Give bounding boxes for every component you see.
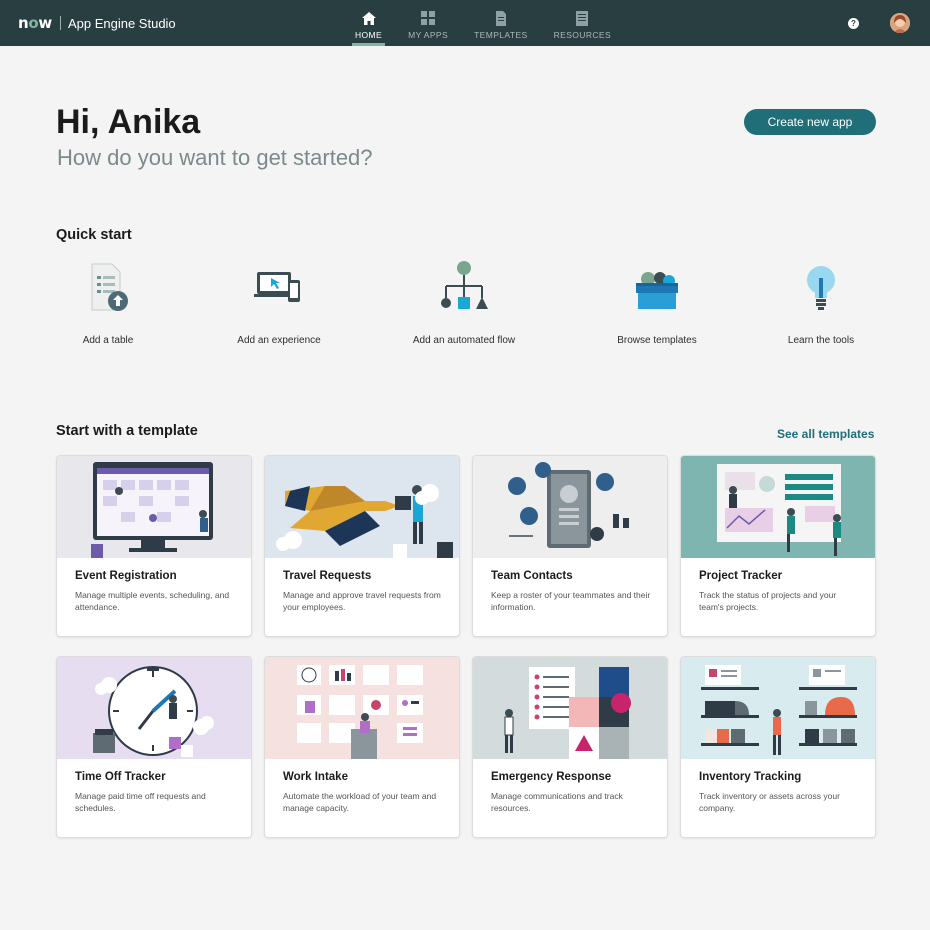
quick-start-label: Add an experience	[237, 335, 321, 346]
app-name: App Engine Studio	[67, 15, 176, 31]
templates-section-title: Start with a template	[56, 423, 198, 439]
nav-resources[interactable]: RESOURCES	[541, 0, 624, 46]
see-all-templates-link[interactable]: See all templates	[777, 427, 874, 441]
create-new-app-button[interactable]: Create new app	[744, 109, 876, 135]
card-description: Keep a roster of your teammates and thei…	[491, 590, 651, 612]
card-description: Automate the workload of your team and m…	[283, 791, 437, 813]
quick-start-title: Quick start	[56, 227, 132, 243]
card-description: Manage communications and track resource…	[491, 791, 623, 813]
lightbulb-icon	[807, 266, 835, 310]
quick-start-add-table[interactable]: Add a table	[48, 258, 168, 346]
quick-start-add-flow[interactable]: Add an automated flow	[404, 258, 524, 346]
card-illustration	[473, 456, 667, 558]
card-illustration	[681, 456, 875, 558]
nav-my-apps[interactable]: MY APPS	[395, 0, 461, 46]
card-title: Emergency Response	[491, 771, 612, 783]
card-illustration	[473, 657, 667, 759]
template-card-inventory-tracking[interactable]: Inventory Tracking Track inventory or as…	[680, 656, 876, 838]
brand[interactable]: now App Engine Studio	[18, 14, 176, 32]
nav-label: MY APPS	[408, 30, 449, 40]
template-card-time-off-tracker[interactable]: Time Off Tracker Manage paid time off re…	[56, 656, 252, 838]
card-title: Inventory Tracking	[699, 771, 802, 783]
quick-start-label: Add an automated flow	[412, 335, 516, 346]
template-card-travel-requests[interactable]: Travel Requests Manage and approve trave…	[264, 455, 460, 637]
greeting-subtitle: How do you want to get started?	[57, 145, 373, 170]
card-illustration	[57, 456, 251, 558]
main-nav: HOME MY APPS TEMPLATES RESOURCES	[342, 0, 624, 46]
document-icon	[495, 11, 506, 26]
flow-icon	[441, 261, 488, 309]
home-icon	[361, 12, 376, 25]
quick-start-label: Learn the tools	[787, 335, 855, 346]
template-card-team-contacts[interactable]: Team Contacts Keep a roster of your team…	[472, 455, 668, 637]
card-title: Event Registration	[75, 570, 177, 582]
card-title: Travel Requests	[283, 570, 372, 582]
now-logo: now	[18, 14, 52, 32]
nav-label: HOME	[355, 30, 383, 40]
card-title: Work Intake	[283, 771, 348, 783]
quick-start-add-experience[interactable]: Add an experience	[219, 258, 339, 346]
templates-box-icon	[636, 272, 678, 309]
card-illustration	[681, 657, 875, 759]
card-title: Team Contacts	[491, 570, 573, 582]
grid-icon	[421, 11, 436, 25]
quick-start-learn-tools[interactable]: Learn the tools	[761, 258, 881, 346]
avatar[interactable]	[890, 13, 910, 33]
card-description: Manage multiple events, scheduling, and …	[75, 590, 230, 612]
brand-divider	[59, 16, 61, 30]
nav-home[interactable]: HOME	[342, 0, 395, 46]
quick-start-label: Add a table	[82, 335, 134, 346]
quick-start-label: Browse templates	[617, 335, 697, 346]
card-description: Manage paid time off requests and schedu…	[75, 791, 206, 813]
card-description: Manage and approve travel requests from …	[283, 590, 441, 612]
help-icon[interactable]: ?	[848, 18, 859, 29]
card-description: Track the status of projects and your te…	[699, 590, 837, 612]
devices-icon	[254, 272, 300, 302]
greeting-heading: Hi, Anika	[56, 103, 201, 141]
top-bar: now App Engine Studio HOME MY APPS TEMPL…	[0, 0, 930, 46]
nav-templates[interactable]: TEMPLATES	[461, 0, 541, 46]
nav-label: TEMPLATES	[474, 30, 528, 40]
card-illustration	[265, 456, 459, 558]
table-upload-icon	[91, 263, 128, 311]
quick-start-browse-templates[interactable]: Browse templates	[597, 258, 717, 346]
card-title: Time Off Tracker	[75, 771, 166, 783]
card-illustration	[57, 657, 251, 759]
card-illustration	[265, 657, 459, 759]
card-description: Track inventory or assets across your co…	[699, 791, 840, 813]
template-card-emergency-response[interactable]: Emergency Response Manage communications…	[472, 656, 668, 838]
template-card-event-registration[interactable]: Event Registration Manage multiple event…	[56, 455, 252, 637]
book-icon	[576, 11, 589, 26]
template-card-project-tracker[interactable]: Project Tracker Track the status of proj…	[680, 455, 876, 637]
template-card-work-intake[interactable]: Work Intake Automate the workload of you…	[264, 656, 460, 838]
nav-label: RESOURCES	[553, 30, 612, 40]
card-title: Project Tracker	[699, 570, 783, 582]
